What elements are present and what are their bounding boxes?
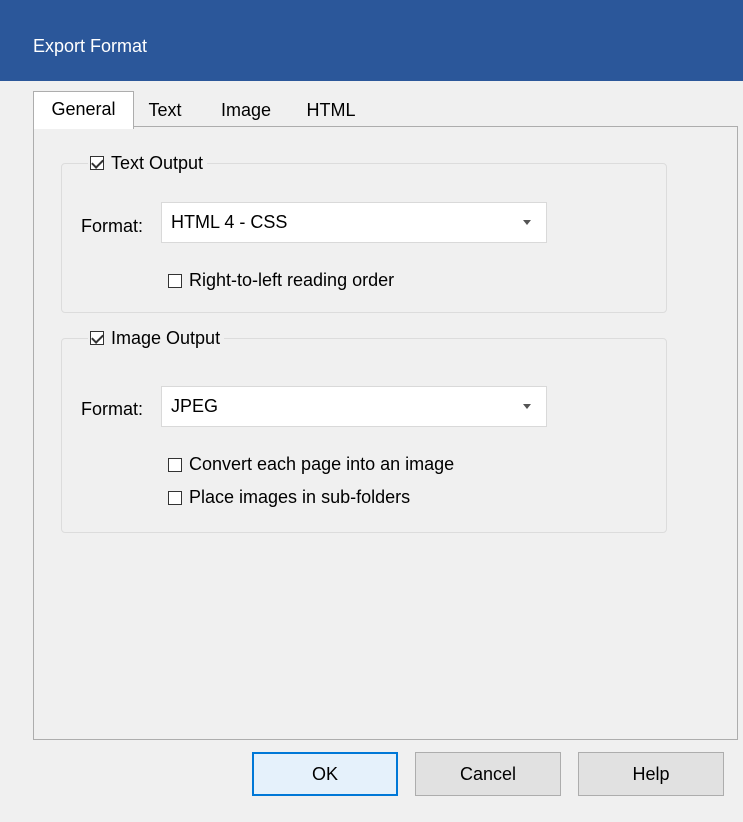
subfolders-checkbox[interactable] bbox=[168, 490, 182, 505]
image-format-value: JPEG bbox=[171, 396, 219, 416]
ok-button[interactable]: OK bbox=[252, 752, 398, 796]
text-output-label: Text Output bbox=[111, 152, 204, 173]
tab-image-label: Image bbox=[220, 100, 272, 120]
chevron-down-icon bbox=[523, 404, 531, 409]
text-format-value: HTML 4 - CSS bbox=[171, 212, 288, 232]
image-output-legend[interactable]: Image Output bbox=[88, 326, 225, 350]
chevron-down-icon bbox=[523, 220, 531, 225]
cancel-button[interactable]: Cancel bbox=[415, 752, 561, 796]
convert-label: Convert each page into an image bbox=[189, 454, 455, 474]
tab-general[interactable]: General bbox=[33, 91, 134, 129]
tab-image[interactable]: Image bbox=[209, 93, 283, 127]
rtl-label: Right-to-left reading order bbox=[189, 270, 395, 290]
image-output-label: Image Output bbox=[111, 327, 221, 348]
convert-checkbox[interactable] bbox=[168, 457, 182, 472]
image-format-select[interactable]: JPEG bbox=[161, 386, 547, 427]
tab-text[interactable]: Text bbox=[139, 93, 191, 127]
text-format-label: Format: bbox=[81, 216, 144, 236]
help-label: Help bbox=[632, 763, 670, 784]
text-output-legend[interactable]: Text Output bbox=[88, 151, 208, 175]
tab-panel-general: Text Output Format: HTML 4 - CSS Right-t… bbox=[33, 126, 738, 740]
ok-label: OK bbox=[311, 763, 338, 784]
tab-text-label: Text bbox=[148, 100, 182, 120]
tab-html-label: HTML bbox=[306, 100, 356, 120]
rtl-checkbox[interactable] bbox=[168, 273, 182, 288]
title-bar: Export Format bbox=[0, 0, 743, 81]
subfolders-option[interactable]: Place images in sub-folders bbox=[168, 487, 410, 508]
help-button[interactable]: Help bbox=[578, 752, 724, 796]
subfolders-label: Place images in sub-folders bbox=[189, 487, 411, 507]
convert-option[interactable]: Convert each page into an image bbox=[168, 454, 454, 475]
image-output-checkbox[interactable] bbox=[90, 331, 104, 345]
rtl-option[interactable]: Right-to-left reading order bbox=[168, 270, 394, 291]
image-format-label: Format: bbox=[81, 399, 144, 419]
tab-general-label: General bbox=[51, 99, 116, 119]
window-title: Export Format bbox=[33, 36, 148, 56]
text-output-checkbox[interactable] bbox=[90, 156, 104, 170]
tab-html[interactable]: HTML bbox=[297, 93, 365, 127]
cancel-label: Cancel bbox=[459, 763, 517, 784]
text-format-select[interactable]: HTML 4 - CSS bbox=[161, 202, 547, 243]
